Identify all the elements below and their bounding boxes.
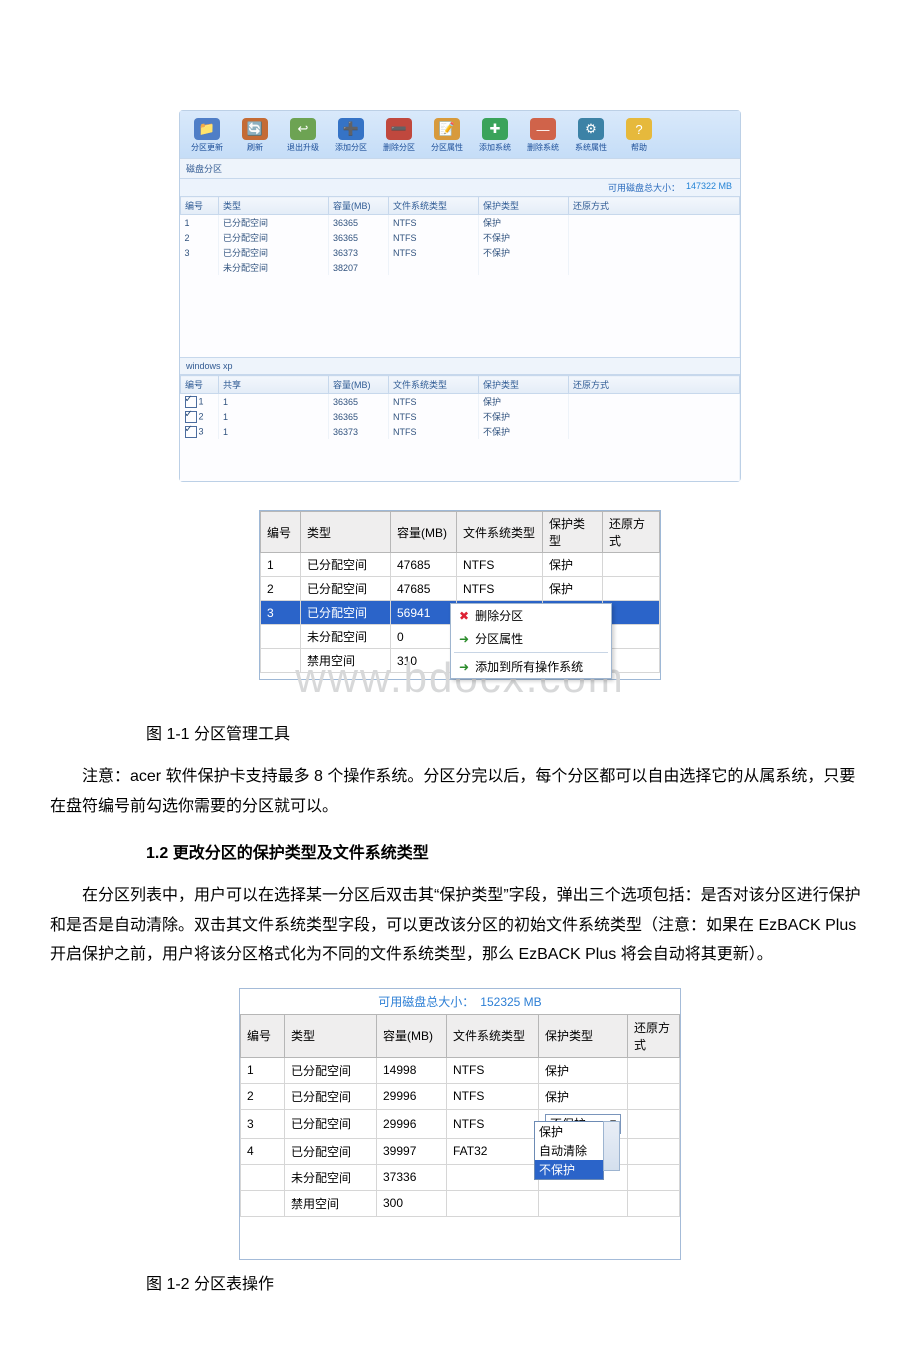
option-auto-clear[interactable]: 自动清除 xyxy=(535,1141,603,1160)
menu-add-to-all-os[interactable]: ➜ 添加到所有操作系统 xyxy=(451,655,611,678)
tool-add-system[interactable]: ✚ 添加系统 xyxy=(474,116,516,155)
checkbox-icon[interactable] xyxy=(185,426,197,438)
tool-exit-upgrade[interactable]: ↩ 退出升级 xyxy=(282,116,324,155)
checkbox-icon[interactable] xyxy=(185,396,197,408)
help-icon: ? xyxy=(626,118,652,140)
table-row[interactable]: 2已分配空间47685NTFS保护 xyxy=(261,577,660,601)
col-protect[interactable]: 保护类型 xyxy=(479,197,569,215)
delete-icon: ✖ xyxy=(459,609,469,623)
system-props-icon: ⚙ xyxy=(578,118,604,140)
table-row[interactable]: 1已分配空间36365NTFS保护 xyxy=(181,215,740,231)
table-row[interactable]: 禁用空间300 xyxy=(241,1190,680,1216)
props-icon: 📝 xyxy=(434,118,460,140)
table-row[interactable]: 未分配空间38207 xyxy=(181,260,740,275)
disk-partition-tab[interactable]: 磁盘分区 xyxy=(180,158,740,179)
menu-partition-props[interactable]: ➜ 分区属性 xyxy=(451,627,611,650)
add-partition-icon: ➕ xyxy=(338,118,364,140)
option-no-protect[interactable]: 不保护 xyxy=(535,1160,603,1179)
delete-partition-icon: ➖ xyxy=(386,118,412,140)
protection-type-example: 可用磁盘总大小： 152325 MB 编号 类型 容量(MB) 文件系统类型 保… xyxy=(239,988,681,1260)
tool-partition-update[interactable]: 📁 分区更新 xyxy=(186,116,228,155)
col-id[interactable]: 编号 xyxy=(261,512,301,553)
toolbar: 📁 分区更新 🔄 刷新 ↩ 退出升级 ➕ 添加分区 ➖ 删除分区 📝 分区属性 xyxy=(180,111,740,158)
props-icon: ➜ xyxy=(459,632,469,646)
figure-1-1-caption: 图 1-1 分区管理工具 xyxy=(146,720,870,744)
folder-icon: 📁 xyxy=(194,118,220,140)
disk-partition-table: 编号 类型 容量(MB) 文件系统类型 保护类型 还原方式 1已分配空间3636… xyxy=(180,196,740,357)
os-tab[interactable]: windows xp xyxy=(180,357,740,375)
tool-help[interactable]: ? 帮助 xyxy=(618,116,660,155)
partition-manager-window: 📁 分区更新 🔄 刷新 ↩ 退出升级 ➕ 添加分区 ➖ 删除分区 📝 分区属性 xyxy=(179,110,741,482)
col-protect[interactable]: 保护类型 xyxy=(543,512,603,553)
disk-total-size: 可用磁盘总大小： 147322 MB xyxy=(180,179,740,196)
exit-icon: ↩ xyxy=(290,118,316,140)
table-row[interactable]: 3136373NTFS不保护 xyxy=(181,424,740,439)
col-restore[interactable]: 还原方式 xyxy=(569,197,740,215)
col-fs[interactable]: 文件系统类型 xyxy=(389,376,479,394)
col-id[interactable]: 编号 xyxy=(181,197,219,215)
table-row[interactable]: 1136365NTFS保护 xyxy=(181,394,740,410)
table-row[interactable]: 2136365NTFS不保护 xyxy=(181,409,740,424)
refresh-icon: 🔄 xyxy=(242,118,268,140)
col-protect[interactable]: 保护类型 xyxy=(479,376,569,394)
col-id[interactable]: 编号 xyxy=(241,1014,285,1057)
col-size[interactable]: 容量(MB) xyxy=(391,512,457,553)
col-type[interactable]: 类型 xyxy=(219,197,329,215)
figure-1-2-caption: 图 1-2 分区表操作 xyxy=(146,1270,870,1294)
col-fs[interactable]: 文件系统类型 xyxy=(389,197,479,215)
partition-table: 编号 类型 容量(MB) 文件系统类型 保护类型 还原方式 1已分配空间1499… xyxy=(240,1014,680,1217)
os-partition-table: 编号 共享 容量(MB) 文件系统类型 保护类型 还原方式 1136365NTF… xyxy=(180,375,740,481)
col-size[interactable]: 容量(MB) xyxy=(377,1014,447,1057)
protection-dropdown-list[interactable]: 保护 自动清除 不保护 xyxy=(534,1121,604,1180)
tool-partition-props[interactable]: 📝 分区属性 xyxy=(426,116,468,155)
tool-delete-system[interactable]: — 删除系统 xyxy=(522,116,564,155)
section-1-2-paragraph: 在分区列表中，用户可以在选择某一分区后双击其“保护类型”字段，弹出三个选项包括：… xyxy=(50,881,870,970)
checkbox-icon[interactable] xyxy=(185,411,197,423)
tool-delete-partition[interactable]: ➖ 删除分区 xyxy=(378,116,420,155)
col-restore[interactable]: 还原方式 xyxy=(603,512,660,553)
col-restore[interactable]: 还原方式 xyxy=(628,1014,680,1057)
context-menu: ✖ 删除分区 ➜ 分区属性 ➜ 添加到所有操作系统 xyxy=(450,603,612,679)
menu-delete-partition[interactable]: ✖ 删除分区 xyxy=(451,604,611,627)
col-protect[interactable]: 保护类型 xyxy=(539,1014,628,1057)
col-fs[interactable]: 文件系统类型 xyxy=(447,1014,539,1057)
add-system-icon: ✚ xyxy=(482,118,508,140)
tool-refresh[interactable]: 🔄 刷新 xyxy=(234,116,276,155)
col-fs[interactable]: 文件系统类型 xyxy=(457,512,543,553)
col-size[interactable]: 容量(MB) xyxy=(329,376,389,394)
tool-system-props[interactable]: ⚙ 系统属性 xyxy=(570,116,612,155)
col-id[interactable]: 编号 xyxy=(181,376,219,394)
col-size[interactable]: 容量(MB) xyxy=(329,197,389,215)
table-row[interactable]: 1已分配空间47685NTFS保护 xyxy=(261,553,660,577)
col-restore[interactable]: 还原方式 xyxy=(569,376,740,394)
table-row[interactable]: 2已分配空间36365NTFS不保护 xyxy=(181,230,740,245)
tool-add-partition[interactable]: ➕ 添加分区 xyxy=(330,116,372,155)
add-icon: ➜ xyxy=(459,660,469,674)
heading-1-2: 1.2 更改分区的保护类型及文件系统类型 xyxy=(146,839,870,863)
col-type[interactable]: 类型 xyxy=(285,1014,377,1057)
delete-system-icon: — xyxy=(530,118,556,140)
table-row[interactable]: 3已分配空间36373NTFS不保护 xyxy=(181,245,740,260)
col-type[interactable]: 类型 xyxy=(301,512,391,553)
scrollbar[interactable] xyxy=(603,1121,620,1171)
col-share[interactable]: 共享 xyxy=(219,376,329,394)
table-row[interactable]: 1已分配空间14998NTFS保护 xyxy=(241,1057,680,1083)
note-paragraph: 注意：acer 软件保护卡支持最多 8 个操作系统。分区分完以后，每个分区都可以… xyxy=(50,762,870,821)
table-row[interactable]: 2已分配空间29996NTFS保护 xyxy=(241,1083,680,1109)
disk-total-size: 可用磁盘总大小： 152325 MB xyxy=(240,989,680,1014)
option-protect[interactable]: 保护 xyxy=(535,1122,603,1141)
